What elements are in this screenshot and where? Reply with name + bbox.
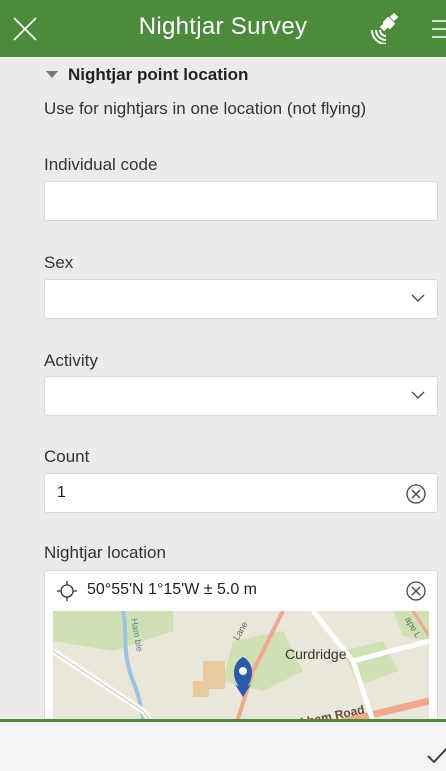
clear-icon[interactable] [405, 483, 427, 505]
map-label-curdridge: Curdridge [285, 646, 347, 662]
location-target-icon [57, 581, 77, 601]
count-value: 1 [57, 484, 66, 501]
checkmark-icon[interactable] [426, 746, 446, 764]
gps-satellite-icon[interactable] [370, 12, 404, 44]
location-map[interactable]: Curdridge Wickham Road Lane Ham ble Vi a… [53, 611, 429, 719]
activity-select[interactable] [44, 376, 438, 416]
location-coordinates-row[interactable]: 50°55'N 1°15'W ± 5.0 m [45, 571, 437, 611]
group-description: Use for nightjars in one location (not f… [44, 99, 367, 118]
chevron-down-icon [411, 391, 425, 399]
count-label: Count [44, 447, 90, 466]
individual-code-label: Individual code [44, 155, 158, 174]
menu-icon[interactable] [430, 18, 446, 40]
group-title: Nightjar point location [68, 65, 249, 84]
chevron-down-icon [411, 294, 425, 302]
form-content[interactable]: Nightjar point location Use for nightjar… [0, 57, 446, 719]
collapse-triangle-icon [46, 71, 58, 78]
sex-label: Sex [44, 253, 74, 272]
sex-select[interactable] [44, 279, 438, 319]
count-input[interactable]: 1 [44, 473, 438, 513]
app-header: Nightjar Survey [0, 0, 446, 57]
individual-code-input[interactable] [44, 181, 438, 221]
location-label: Nightjar location [44, 543, 166, 562]
clear-icon[interactable] [405, 580, 427, 602]
activity-label: Activity [44, 351, 98, 370]
location-coordinates: 50°55'N 1°15'W ± 5.0 m [87, 581, 257, 598]
location-field[interactable]: 50°55'N 1°15'W ± 5.0 m Curdridge Lane Ha… [44, 570, 438, 719]
footer-bar [0, 722, 446, 771]
group-header[interactable]: Nightjar point location [46, 65, 248, 85]
